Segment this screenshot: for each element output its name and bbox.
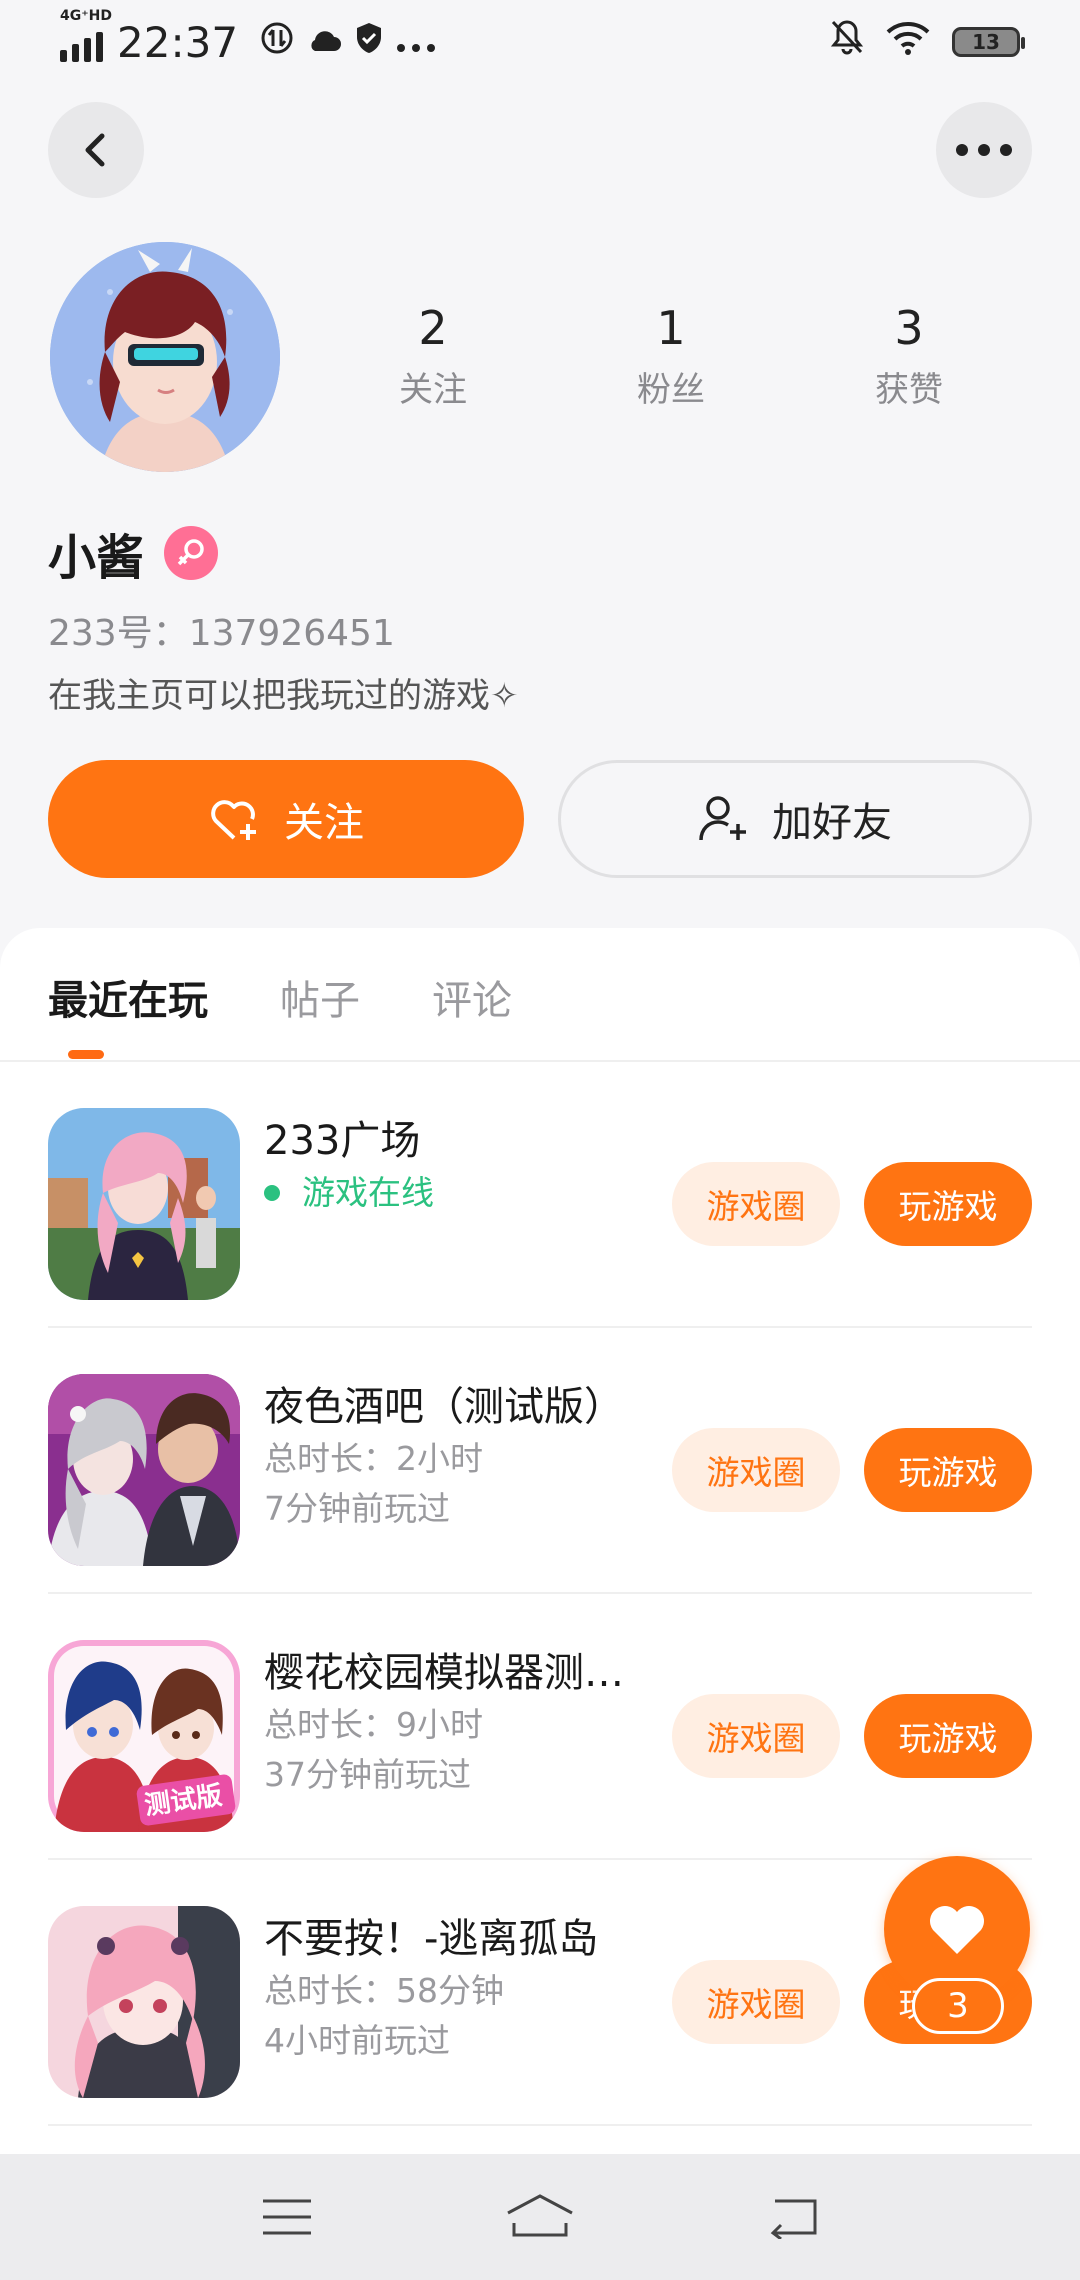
game-row[interactable]: 测试版 樱花校园模拟器测… 总时长：9小时 37分钟前玩过 游戏圈 玩游戏: [48, 1594, 1032, 1860]
tab-posts[interactable]: 帖子: [280, 968, 360, 1026]
network-label: 4G⁺HD: [60, 8, 112, 24]
tab-recent-games[interactable]: 最近在玩: [48, 968, 208, 1026]
user-bio: 在我主页可以把我玩过的游戏✧: [48, 676, 519, 716]
more-status-icon: [396, 22, 436, 62]
game-title: 不要按！-逃离孤岛: [264, 1916, 599, 1962]
tab-indicator: [68, 1050, 104, 1059]
game-icon-dont-press[interactable]: [48, 1906, 240, 2098]
back-nav-button[interactable]: [753, 2187, 833, 2247]
game-circle-button[interactable]: 游戏圈: [672, 1694, 840, 1778]
game-total-time: 总时长：58分钟: [264, 1971, 504, 2010]
game-icon-night-bar[interactable]: [48, 1374, 240, 1566]
following-label: 关注: [399, 370, 467, 410]
game-last-played: 7分钟前玩过: [264, 1489, 450, 1528]
home-nav-button[interactable]: [500, 2187, 580, 2247]
game-title: 夜色酒吧（测试版）: [264, 1384, 624, 1430]
game-total-time: 总时长：2小时: [264, 1439, 483, 1478]
like-count-badge: 3: [912, 1978, 1004, 2034]
profile-page: 4G⁺HD 22:37 13 2 关注 1 粉丝 3 获赞 小酱 233号：13…: [0, 0, 1080, 2280]
username-row: 小酱: [48, 518, 219, 588]
home-icon: [507, 2194, 573, 2237]
return-icon: [771, 2199, 817, 2239]
game-info: 不要按！-逃离孤岛 总时长：58分钟 4小时前玩过: [264, 1912, 704, 2066]
game-title: 233广场: [264, 1118, 421, 1164]
wifi-icon: [886, 19, 930, 65]
back-button[interactable]: [48, 102, 144, 198]
game-circle-button[interactable]: 游戏圈: [672, 1428, 840, 1512]
game-circle-button[interactable]: 游戏圈: [672, 1960, 840, 2044]
tab-comments[interactable]: 评论: [432, 968, 512, 1026]
play-game-button[interactable]: 玩游戏: [864, 1694, 1032, 1778]
cloud-icon: [306, 22, 342, 62]
menu-nav-button[interactable]: [247, 2187, 327, 2247]
data-saver-icon: [260, 21, 294, 64]
more-options-button[interactable]: [936, 102, 1032, 198]
play-game-button[interactable]: 玩游戏: [864, 1162, 1032, 1246]
avatar[interactable]: [50, 242, 280, 472]
game-circle-button[interactable]: 游戏圈: [672, 1162, 840, 1246]
game-info: 夜色酒吧（测试版） 总时长：2小时 7分钟前玩过: [264, 1380, 704, 1534]
game-row[interactable]: 夜色酒吧（测试版） 总时长：2小时 7分钟前玩过 游戏圈 玩游戏: [48, 1328, 1032, 1594]
system-nav-bar: [0, 2154, 1080, 2280]
tab-bar: 最近在玩 帖子 评论: [48, 968, 512, 1026]
follow-label: 关注: [284, 800, 364, 846]
add-friend-button[interactable]: 加好友: [558, 760, 1032, 878]
mute-icon: [830, 19, 864, 65]
stat-following[interactable]: 2 关注: [338, 300, 528, 411]
likes-label: 获赞: [875, 370, 943, 410]
menu-icon: [262, 2199, 311, 2235]
profile-stats: 2 关注 1 粉丝 3 获赞: [338, 300, 1004, 411]
game-last-played: 37分钟前玩过: [264, 1755, 471, 1794]
signal-icon: 4G⁺HD: [60, 8, 112, 62]
add-user-icon: [699, 796, 746, 841]
battery-indicator: 13: [952, 27, 1025, 57]
fans-count: 1: [656, 301, 686, 355]
likes-count: 3: [894, 301, 924, 355]
status-bar: 4G⁺HD 22:37 13: [0, 0, 1080, 84]
status-time: 22:37: [117, 17, 239, 67]
stat-fans[interactable]: 1 粉丝: [576, 300, 766, 411]
following-count: 2: [418, 301, 448, 355]
game-row[interactable]: 233广场 游戏在线 游戏圈 玩游戏: [48, 1062, 1032, 1328]
game-title: 樱花校园模拟器测…: [264, 1650, 624, 1696]
username: 小酱: [48, 530, 145, 586]
more-dots-icon: [956, 144, 1012, 156]
online-label: 游戏在线: [302, 1173, 434, 1212]
stat-likes[interactable]: 3 获赞: [814, 300, 1004, 411]
game-last-played: 4小时前玩过: [264, 2021, 450, 2060]
online-dot-icon: [264, 1185, 280, 1201]
chevron-left-icon: [85, 133, 105, 167]
add-friend-label: 加好友: [772, 800, 892, 846]
row-divider: [48, 2124, 1032, 2126]
female-icon: [164, 526, 219, 580]
play-game-button[interactable]: 玩游戏: [864, 1428, 1032, 1512]
follow-button[interactable]: 关注: [48, 760, 524, 878]
game-total-time: 总时长：9小时: [264, 1705, 483, 1744]
game-online-status: 游戏在线: [264, 1168, 704, 1218]
user-id: 233号：137926451: [48, 613, 395, 654]
game-icon-233-plaza[interactable]: [48, 1108, 240, 1300]
game-icon-sakura-school[interactable]: 测试版: [48, 1640, 240, 1832]
game-row[interactable]: 不要按！-逃离孤岛 总时长：58分钟 4小时前玩过 游戏圈 玩游戏: [48, 1860, 1032, 2126]
heart-plus-icon: [211, 800, 256, 840]
heart-icon: [930, 1906, 984, 1954]
game-info: 233广场 游戏在线: [264, 1114, 704, 1218]
shield-icon: [354, 21, 384, 64]
fans-label: 粉丝: [637, 370, 705, 410]
game-info: 樱花校园模拟器测… 总时长：9小时 37分钟前玩过: [264, 1646, 704, 1800]
